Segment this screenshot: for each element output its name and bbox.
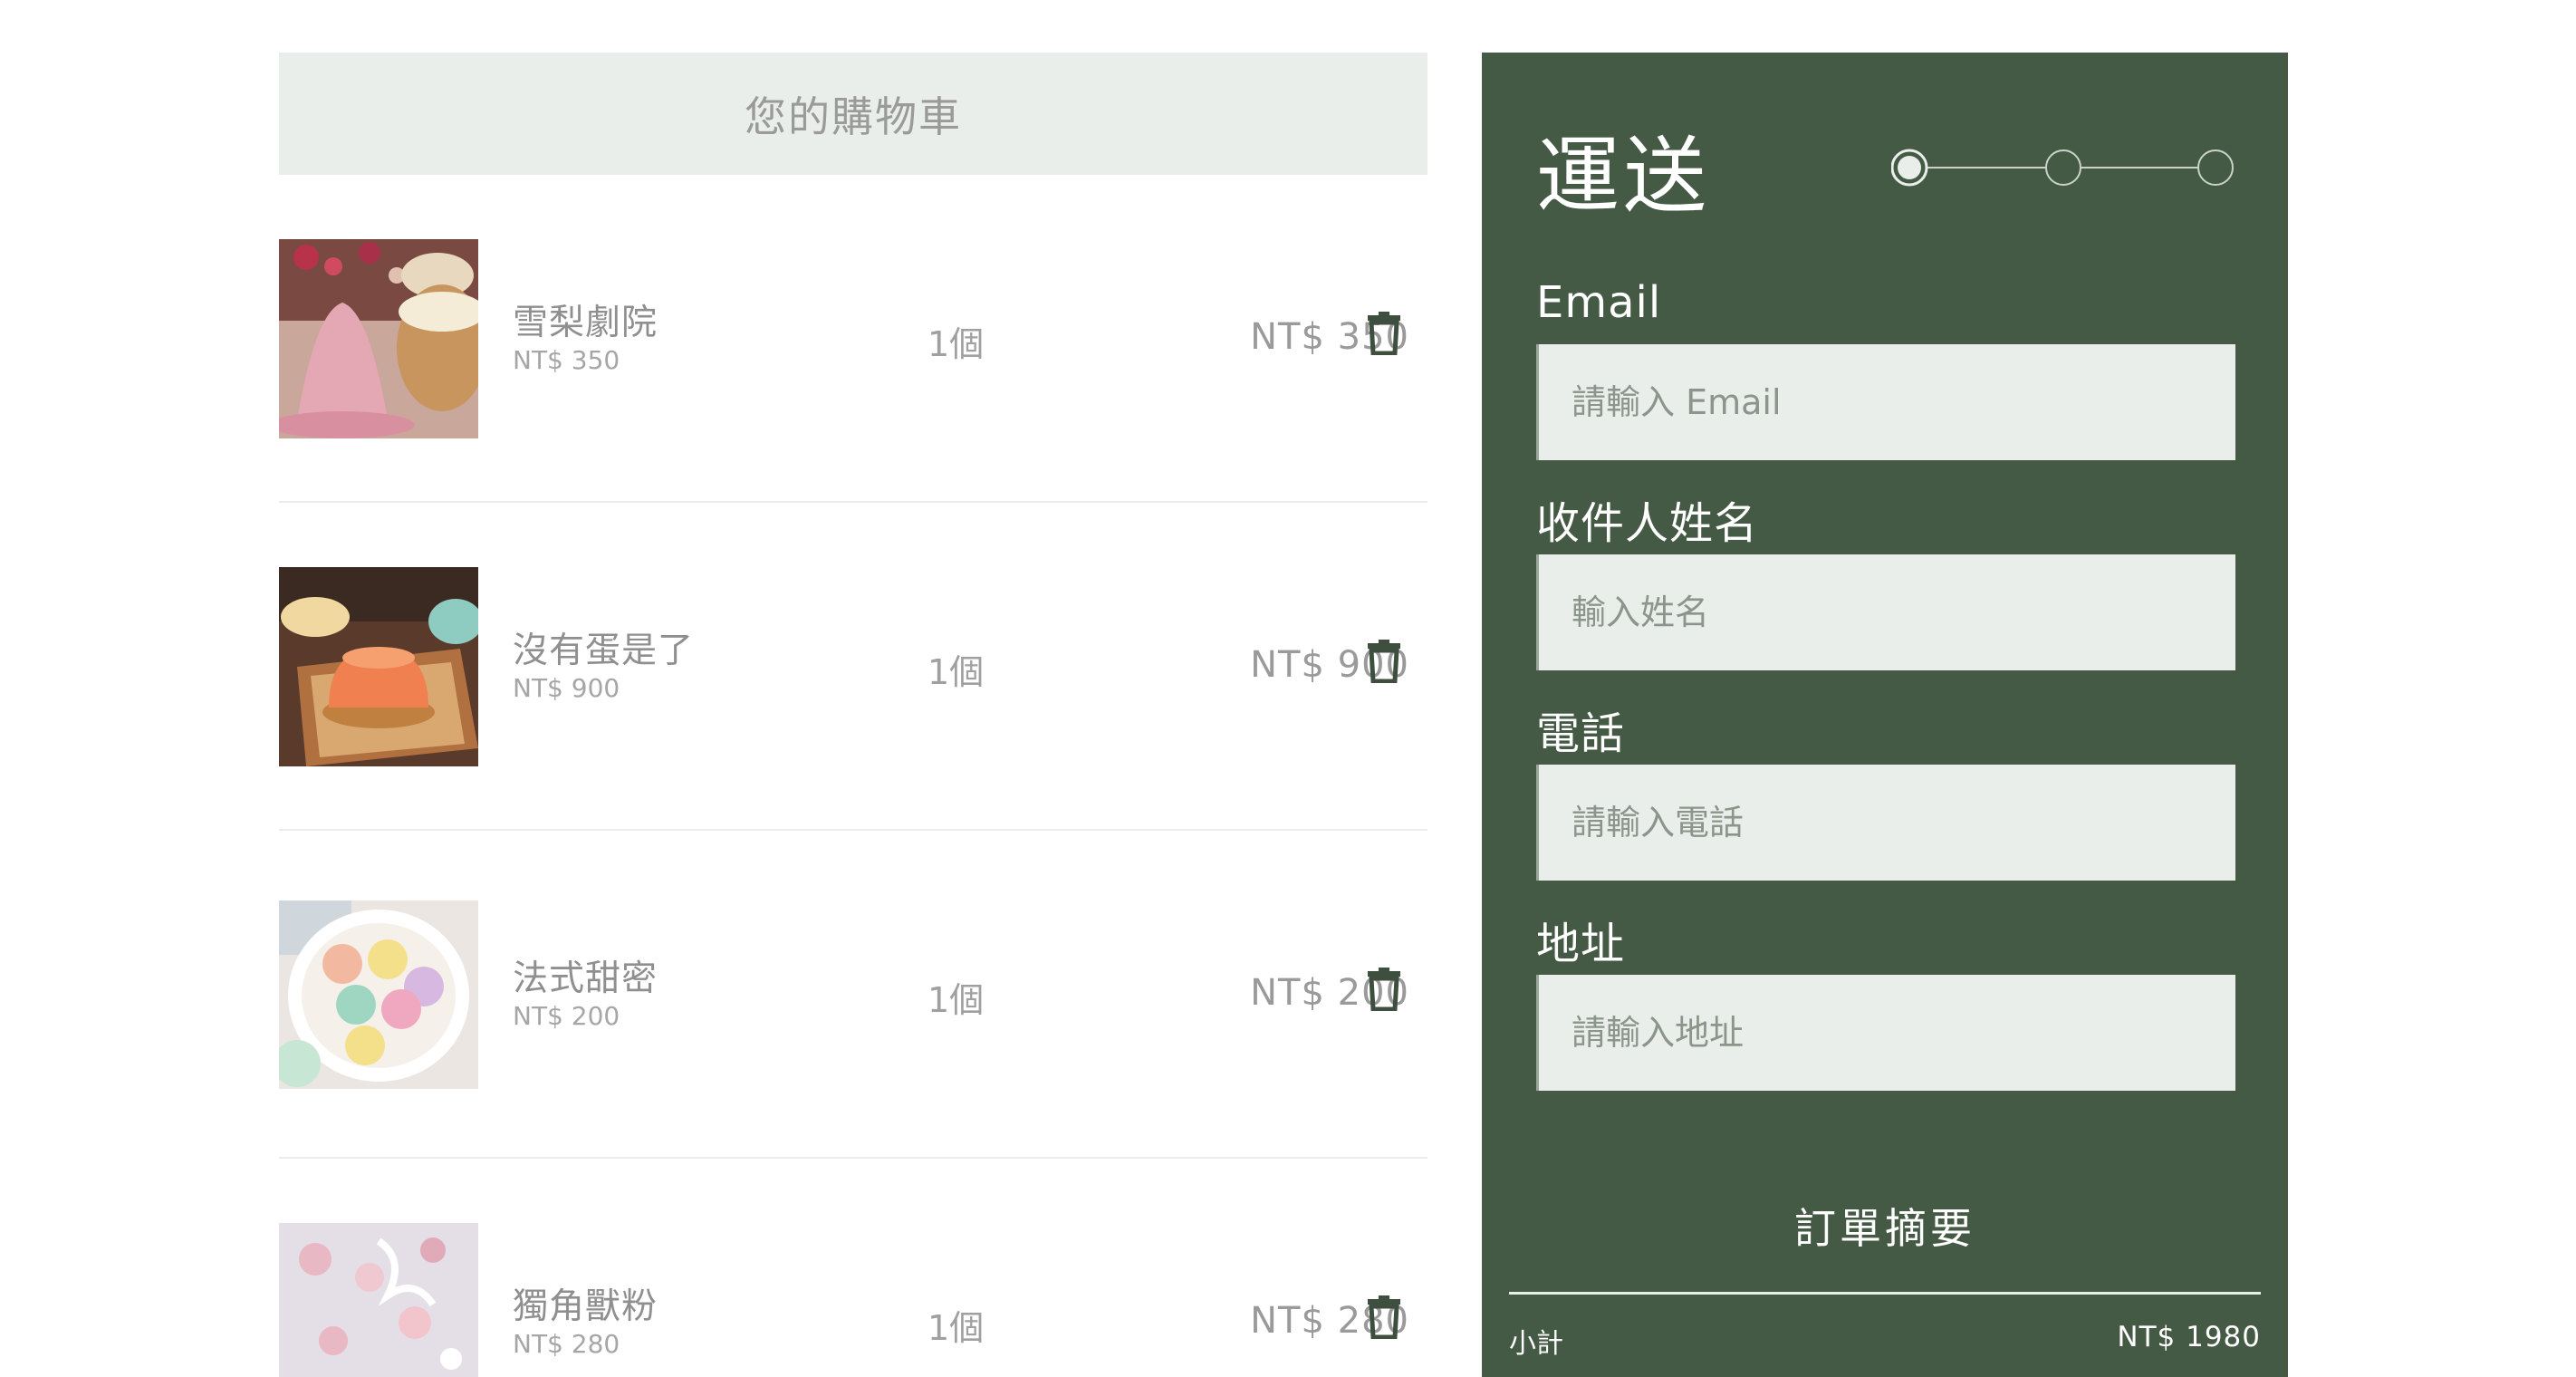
name-label: 收件人姓名 bbox=[1536, 498, 1759, 549]
shipping-panel: 運送 Email 收件人姓名 電話 地址 訂單摘要 小計 NT$ 1980 bbox=[1482, 53, 2288, 1377]
trash-icon[interactable] bbox=[1366, 968, 1402, 1012]
step-3-icon[interactable] bbox=[2197, 149, 2234, 186]
recipient-name-field[interactable] bbox=[1536, 554, 2235, 670]
trash-icon[interactable] bbox=[1366, 1295, 1402, 1340]
email-label: Email bbox=[1536, 277, 1662, 328]
subtotal-label: 小計 bbox=[1509, 1328, 1563, 1360]
trash-icon[interactable] bbox=[1366, 312, 1402, 356]
shipping-title: 運送 bbox=[1536, 128, 1711, 225]
cart-item: 雪梨劇院 NT$ 350 1個 NT$ 350 bbox=[279, 175, 1427, 503]
trash-icon[interactable] bbox=[1366, 640, 1402, 684]
product-image[interactable] bbox=[279, 1223, 478, 1377]
phone-field[interactable] bbox=[1536, 765, 2235, 881]
product-unit-price: NT$ 200 bbox=[513, 1001, 620, 1031]
checkout-stepper bbox=[1891, 145, 2235, 190]
product-unit-price: NT$ 900 bbox=[513, 673, 620, 703]
cart-title: 您的購物車 bbox=[745, 91, 962, 141]
product-quantity[interactable]: 1個 bbox=[928, 316, 984, 366]
step-1-active-icon[interactable] bbox=[1891, 149, 1928, 187]
address-field[interactable] bbox=[1536, 975, 2235, 1091]
step-2-icon[interactable] bbox=[2045, 149, 2081, 186]
cart-item: 沒有蛋是了 NT$ 900 1個 NT$ 900 bbox=[279, 503, 1427, 831]
product-name: 雪梨劇院 bbox=[513, 303, 658, 343]
email-field[interactable] bbox=[1536, 344, 2235, 460]
product-name: 法式甜密 bbox=[513, 958, 658, 999]
cart-header: 您的購物車 bbox=[279, 53, 1427, 175]
product-name: 獨角獸粉 bbox=[513, 1286, 658, 1327]
subtotal-row: 小計 NT$ 1980 bbox=[1509, 1321, 2261, 1361]
product-quantity[interactable]: 1個 bbox=[928, 972, 984, 1022]
product-unit-price: NT$ 350 bbox=[513, 345, 620, 375]
product-quantity[interactable]: 1個 bbox=[928, 644, 984, 694]
product-image[interactable] bbox=[279, 900, 478, 1089]
order-summary-title: 訂單摘要 bbox=[1794, 1204, 1975, 1253]
product-name: 沒有蛋是了 bbox=[513, 631, 695, 671]
product-quantity[interactable]: 1個 bbox=[928, 1300, 984, 1350]
product-unit-price: NT$ 280 bbox=[513, 1329, 620, 1359]
product-image[interactable] bbox=[279, 239, 478, 438]
cart-item: 獨角獸粉 NT$ 280 1個 NT$ 280 bbox=[279, 1159, 1427, 1377]
address-label: 地址 bbox=[1536, 919, 1626, 969]
phone-label: 電話 bbox=[1536, 708, 1626, 759]
cart-item: 法式甜密 NT$ 200 1個 NT$ 200 bbox=[279, 831, 1427, 1159]
subtotal-value: NT$ 1980 bbox=[2117, 1321, 2261, 1353]
summary-divider bbox=[1509, 1292, 2261, 1295]
product-image[interactable] bbox=[279, 567, 478, 766]
